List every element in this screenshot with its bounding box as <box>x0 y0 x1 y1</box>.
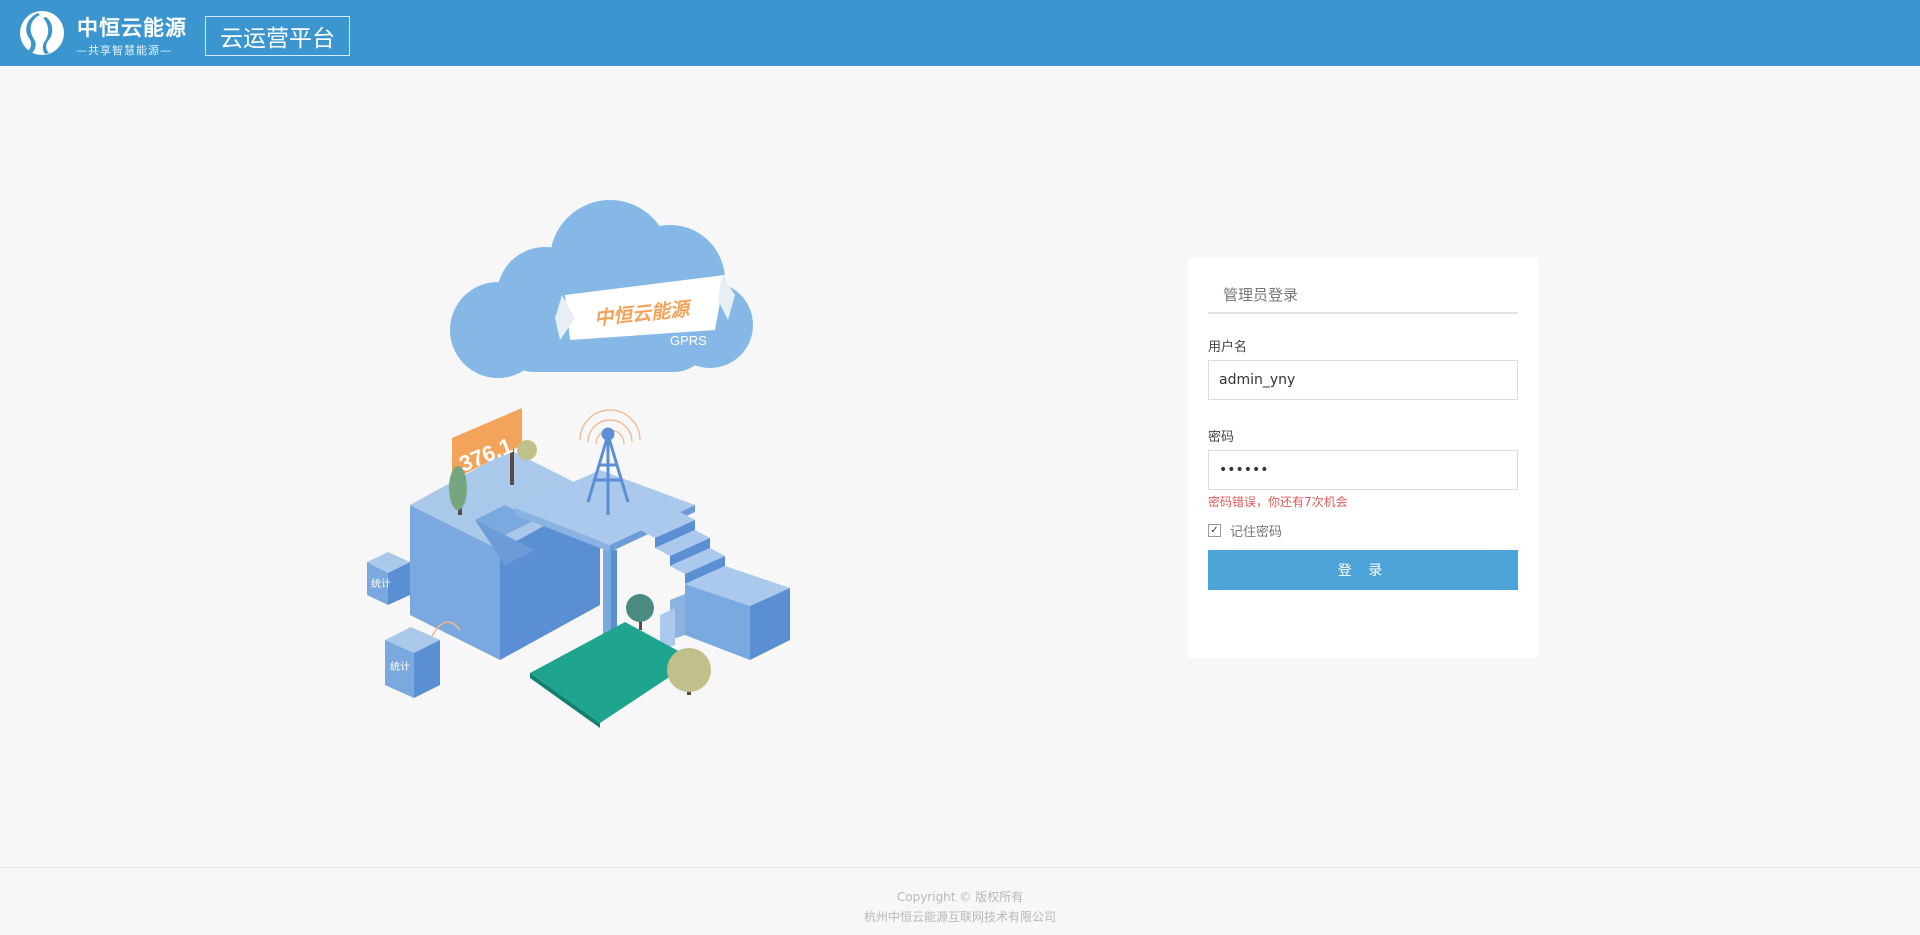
brand-name: 中恒云能源 <box>77 16 187 40</box>
stairs <box>640 512 790 660</box>
remember-label: 记住密码 <box>1230 525 1283 540</box>
platform-title: 云运营平台 <box>205 16 350 56</box>
brand-slogan: —共享智慧能源— <box>76 44 172 57</box>
password-error-message: 密码错误，你还有7次机会 <box>1208 495 1348 509</box>
top-header: 中恒云能源 —共享智慧能源— 云运营平台 <box>0 0 1920 66</box>
footer-company: 杭州中恒云能源互联网技术有限公司 <box>863 910 1056 924</box>
footer-copyright: Copyright © 版权所有 <box>896 890 1024 904</box>
password-label: 密码 <box>1208 430 1235 445</box>
cloud-platform-illustration: 中恒云能源 GPRS 376.1 统计 统计 <box>367 200 790 728</box>
username-input[interactable]: admin_yny <box>1208 360 1518 400</box>
cloud-icon <box>450 200 753 378</box>
page-footer: Copyright © 版权所有 杭州中恒云能源互联网技术有限公司 <box>0 867 1920 935</box>
brand-logo-icon <box>20 11 64 55</box>
isometric-block <box>410 450 600 660</box>
remember-checkbox[interactable]: ✓ <box>1208 524 1221 537</box>
login-card: 管理员登录 用户名 admin_yny 密码 •••••• 密码错误，你还有7次… <box>1188 258 1538 658</box>
gprs-text: GPRS <box>670 333 707 348</box>
stat-box-label: 统计 <box>390 660 410 673</box>
remember-password-toggle[interactable]: ✓ 记住密码 <box>1208 521 1282 540</box>
login-title: 管理员登录 <box>1208 282 1518 314</box>
username-label: 用户名 <box>1208 340 1248 355</box>
password-input[interactable]: •••••• <box>1208 450 1518 490</box>
stat-box-label: 统计 <box>371 577 391 590</box>
login-button[interactable]: 登 录 <box>1208 550 1518 590</box>
